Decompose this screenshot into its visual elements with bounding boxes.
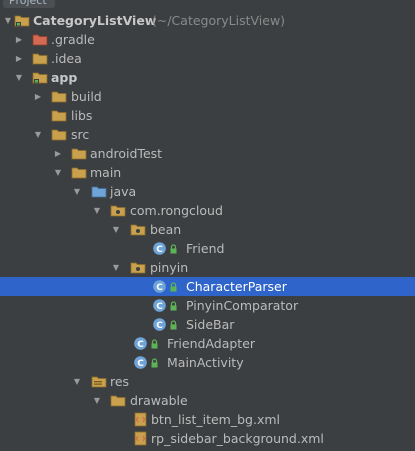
lock-icon [170,301,177,311]
tree-item-label: src [71,127,90,142]
tree-row-libs[interactable]: libs [0,106,415,125]
svg-text:C: C [156,321,163,331]
tree-row-characterparser[interactable]: C CharacterParser [0,277,415,296]
tree-item-label: rp_sidebar_background.xml [151,431,324,446]
tree-item-label: androidTest [90,146,163,161]
tree-row-res[interactable]: ▼ res [0,372,415,391]
project-name: CategoryListView [33,13,157,28]
source-folder-icon [91,186,107,198]
collapsed-arrow-icon[interactable]: ▶ [13,30,25,49]
tree-row-pinyincomparator[interactable]: C PinyinComparator [0,296,415,315]
tree-item-label: java [110,184,137,199]
expanded-arrow-icon[interactable]: ▼ [2,11,14,30]
expanded-arrow-icon[interactable]: ▼ [91,391,103,410]
tree-item-label: btn_list_item_bg.xml [151,412,280,427]
expanded-arrow-icon[interactable]: ▼ [110,258,122,277]
folder-icon [32,53,48,65]
tree-item-label: app [51,70,78,85]
xml-file-icon [134,431,147,446]
tree-item-label: libs [71,108,93,123]
xml-file-icon [134,412,147,427]
tree-row-drawable[interactable]: ▼ drawable [0,391,415,410]
tree-item-label: CharacterParser [186,279,287,294]
lock-icon [151,358,158,368]
class-icon: C [134,337,147,350]
collapsed-arrow-icon[interactable]: ▶ [32,87,44,106]
resource-folder-icon [91,376,107,388]
tree-item-label: main [90,165,122,180]
tree-row-gradle[interactable]: ▶ .gradle [0,30,415,49]
expanded-arrow-icon[interactable]: ▼ [71,182,83,201]
expanded-arrow-icon[interactable]: ▼ [71,372,83,391]
svg-text:C: C [156,283,163,293]
folder-icon [51,91,67,103]
package-icon [110,205,126,217]
project-path: (~/CategoryListView) [152,13,286,28]
lock-icon [170,244,177,254]
expanded-arrow-icon[interactable]: ▼ [32,125,44,144]
class-icon: C [153,318,166,331]
svg-text:C: C [137,359,144,369]
project-tool-window-header: Project [0,0,415,9]
collapsed-arrow-icon[interactable]: ▶ [52,144,64,163]
tree-item-label: build [71,89,102,104]
tree-item-label: .gradle [51,32,95,47]
tree-item-label: .idea [51,51,82,66]
tree-item-label: drawable [130,393,188,408]
lock-icon [151,339,158,349]
tree-item-label: PinyinComparator [186,298,299,313]
folder-icon [110,395,126,407]
collapsed-arrow-icon[interactable]: ▶ [13,49,25,68]
folder-icon [51,129,67,141]
tree-item-label: res [110,374,130,389]
module-folder-icon [14,15,30,27]
tree-row-sidebar[interactable]: C SideBar [0,315,415,334]
tree-row-project-root[interactable]: ▼ CategoryListView (~/CategoryListView) [0,11,415,30]
expanded-arrow-icon[interactable]: ▼ [110,220,122,239]
tree-item-label: Friend [186,241,225,256]
folder-icon [71,167,87,179]
package-icon [130,224,146,236]
expanded-arrow-icon[interactable]: ▼ [52,163,64,182]
svg-text:C: C [156,245,163,255]
class-icon: C [153,299,166,312]
lock-icon [170,282,177,292]
tree-item-label: com.rongcloud [130,203,223,218]
tree-row-build[interactable]: ▶ build [0,87,415,106]
folder-icon [51,110,67,122]
svg-text:C: C [137,340,144,350]
tree-row-java[interactable]: ▼ java [0,182,415,201]
excluded-folder-icon [32,34,48,46]
tree-row-mainactivity[interactable]: C MainActivity [0,353,415,372]
tree-row-main[interactable]: ▼ main [0,163,415,182]
tree-row-friendadapter[interactable]: C FriendAdapter [0,334,415,353]
tree-row-app[interactable]: ▼ app [0,68,415,87]
tree-row-idea[interactable]: ▶ .idea [0,49,415,68]
class-icon: C [153,280,166,293]
tree-item-label: SideBar [186,317,235,332]
tree-item-label: bean [150,222,182,237]
tree-row-friend[interactable]: C Friend [0,239,415,258]
module-folder-icon [32,72,48,84]
tree-row-rp-sidebar-background[interactable]: rp_sidebar_background.xml [0,429,415,448]
lock-icon [170,320,177,330]
package-icon [130,262,146,274]
class-icon: C [153,242,166,255]
expanded-arrow-icon[interactable]: ▼ [13,68,25,87]
project-tab[interactable]: Project [3,0,55,8]
tree-item-label: MainActivity [167,355,244,370]
svg-text:C: C [156,302,163,312]
expanded-arrow-icon[interactable]: ▼ [91,201,103,220]
tree-row-bean[interactable]: ▼ bean [0,220,415,239]
class-icon: C [134,356,147,369]
tree-row-btn-list-item-bg[interactable]: btn_list_item_bg.xml [0,410,415,429]
tree-row-src[interactable]: ▼ src [0,125,415,144]
folder-icon [71,148,87,160]
tree-item-label: FriendAdapter [167,336,256,351]
tree-row-androidtest[interactable]: ▶ androidTest [0,144,415,163]
tree-item-label: pinyin [150,260,189,275]
tree-row-com-rongcloud[interactable]: ▼ com.rongcloud [0,201,415,220]
tree-row-pinyin[interactable]: ▼ pinyin [0,258,415,277]
